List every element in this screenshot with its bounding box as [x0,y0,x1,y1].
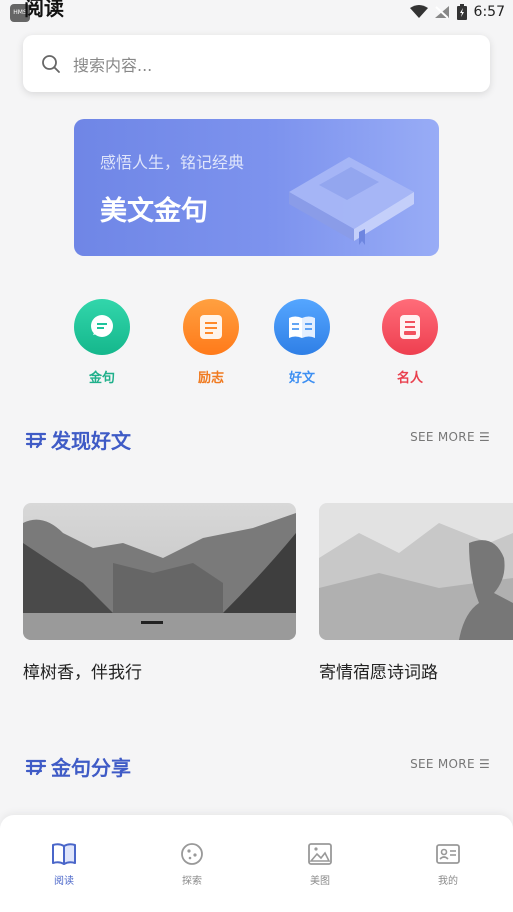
article-image [319,503,513,640]
wifi-icon [409,5,428,18]
quick-item-inspire[interactable]: 励志 [181,299,241,386]
banner-subtitle: 感悟人生，铭记经典 [100,153,245,172]
tab-label: 我的 [438,876,458,887]
search-bar[interactable]: 搜索内容... [23,35,490,92]
tab-explore[interactable]: 探索 [162,842,222,887]
search-icon [42,54,60,73]
hero-banner[interactable]: 感悟人生，铭记经典 美文金句 [74,119,439,256]
see-more-link[interactable]: SEE MORE ☰ [410,430,490,444]
compass-icon [181,843,203,865]
image-icon [308,843,332,865]
quick-label: 励志 [197,371,224,386]
chat-bubble-icon [74,299,130,355]
article-title: 寄情宿愿诗词路 [319,663,438,683]
tab-label: 阅读 [54,876,74,887]
quick-actions: 金句 励志 好文 名人 [0,299,513,389]
status-bar: HMS 阅读 6:57 [0,0,513,28]
document-icon [382,299,438,355]
quick-label: 名人 [396,371,423,386]
section-quotes-header: 金句分享 SEE MORE ☰ [25,752,490,782]
open-book-icon [274,299,330,355]
section-title: 发现好文 [51,429,131,453]
tab-me[interactable]: 我的 [418,842,478,887]
status-title: 阅读 [24,0,64,20]
book-illustration-icon [289,157,414,245]
quick-item-famous[interactable]: 名人 [380,299,440,386]
section-title: 金句分享 [51,756,131,780]
book-icon [52,843,76,865]
no-signal-icon [434,6,449,19]
article-title: 樟树香，伴我行 [23,663,142,683]
section-discover-header: 发现好文 SEE MORE ☰ [25,425,490,455]
article-card[interactable]: 樟树香，伴我行 [23,503,296,683]
quick-item-quotes[interactable]: 金句 [72,299,132,386]
status-icons: 6:57 [409,4,505,20]
banner-title: 美文金句 [100,196,208,227]
profile-card-icon [436,844,460,864]
battery-charging-icon [456,4,467,20]
tab-gallery[interactable]: 美图 [290,842,350,887]
see-more-link[interactable]: SEE MORE ☰ [410,757,490,771]
bottom-tab-bar: 阅读 探索 美图 我的 [0,815,513,912]
tab-label: 探索 [182,876,202,887]
status-time: 6:57 [473,4,505,20]
search-input[interactable]: 搜索内容... [73,52,152,76]
article-card[interactable]: 寄情宿愿诗词路 [319,503,513,683]
section-icon [25,432,47,449]
quick-label: 金句 [88,371,115,386]
note-card-icon [183,299,239,355]
article-image [23,503,296,640]
quick-label: 好文 [288,371,315,386]
tab-read[interactable]: 阅读 [34,842,94,887]
quick-item-articles[interactable]: 好文 [272,299,332,386]
tab-label: 美图 [310,876,330,887]
section-icon [25,759,47,776]
